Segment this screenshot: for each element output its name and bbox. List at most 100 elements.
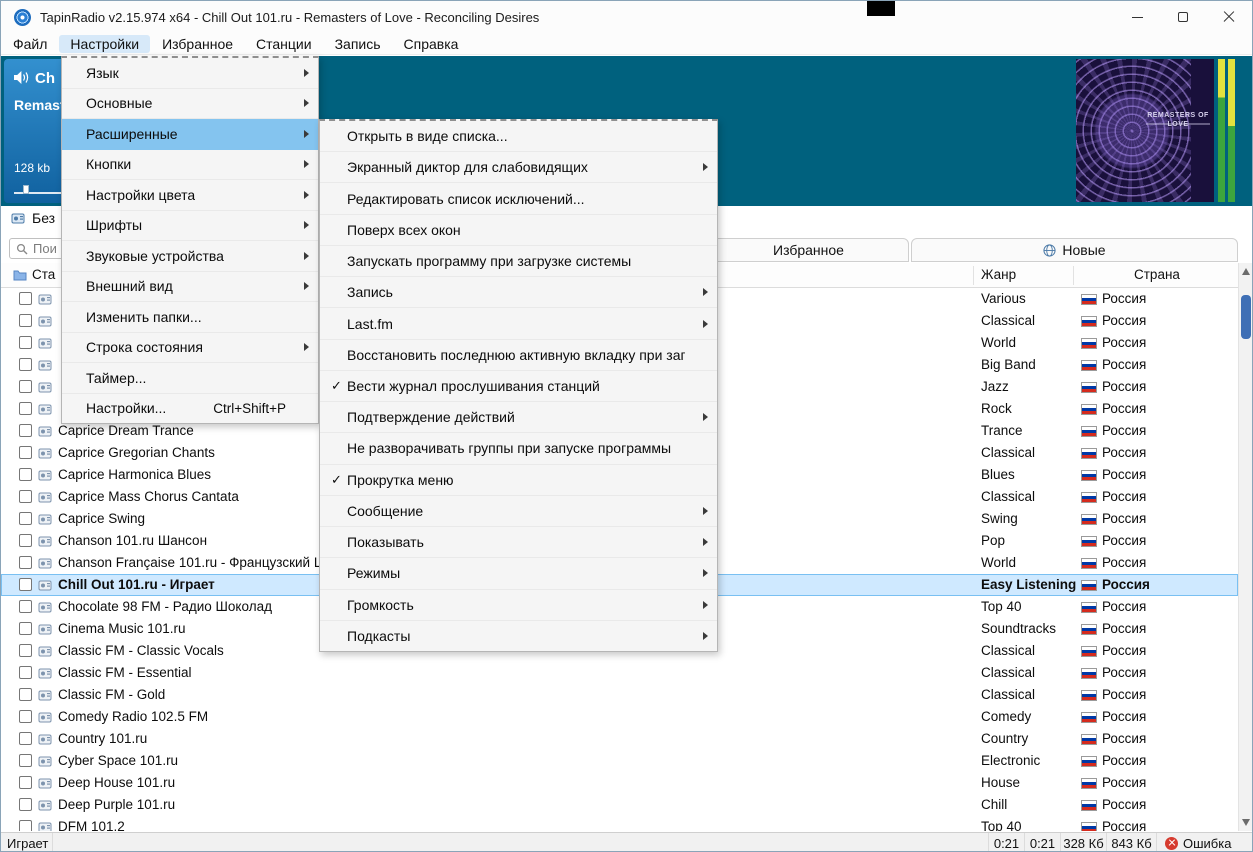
menu-item-label: Не разворачивать группы при запуске прог… xyxy=(347,440,672,457)
station-checkbox[interactable] xyxy=(19,556,32,569)
menu-item[interactable]: Восстановить последнюю активную вкладку … xyxy=(320,340,717,371)
status-error[interactable]: Ошибка xyxy=(1157,833,1252,851)
station-country: Россия xyxy=(1102,555,1147,570)
tab-favorites[interactable]: Избранное xyxy=(708,238,909,262)
menubar-item[interactable]: Запись xyxy=(324,35,392,53)
station-checkbox[interactable] xyxy=(19,336,32,349)
station-checkbox[interactable] xyxy=(19,578,32,591)
scroll-down-arrow-icon[interactable] xyxy=(1242,819,1250,826)
menu-item[interactable]: Поверх всех окон xyxy=(320,215,717,246)
menu-item[interactable]: Шрифты xyxy=(62,211,318,241)
title-bar[interactable]: TapinRadio v2.15.974 x64 - Chill Out 101… xyxy=(1,1,1252,33)
menu-item-label: Внешний вид xyxy=(86,278,173,295)
station-checkbox[interactable] xyxy=(19,380,32,393)
station-row[interactable]: Deep House 101.ru House Россия xyxy=(1,772,1238,794)
close-button[interactable] xyxy=(1206,1,1252,33)
station-checkbox[interactable] xyxy=(19,446,32,459)
menubar-item[interactable]: Настройки xyxy=(59,34,151,53)
sort-option[interactable]: Без xyxy=(11,210,55,226)
menu-item[interactable]: Редактировать список исключений... xyxy=(320,183,717,215)
menu-item[interactable]: Настройки цвета xyxy=(62,180,318,211)
menu-item[interactable]: Строка состояния xyxy=(62,333,318,363)
menu-item[interactable]: Звуковые устройства xyxy=(62,241,318,272)
station-name: Classic FM - Essential xyxy=(58,665,192,680)
menu-item[interactable]: Не разворачивать группы при запуске прог… xyxy=(320,433,717,465)
column-header-station[interactable]: Ста xyxy=(32,267,55,282)
russia-flag-icon xyxy=(1081,646,1097,657)
menubar-item[interactable]: Справка xyxy=(393,35,470,53)
station-row[interactable]: DFM 101.2 Top 40 Россия xyxy=(1,816,1238,831)
station-checkbox[interactable] xyxy=(19,798,32,811)
station-checkbox[interactable] xyxy=(19,688,32,701)
menu-item[interactable]: Громкость xyxy=(320,590,717,621)
station-row[interactable]: Country 101.ru Country Россия xyxy=(1,728,1238,750)
menu-item[interactable]: Запускать программу при загрузке системы xyxy=(320,246,717,278)
station-checkbox[interactable] xyxy=(19,622,32,635)
menu-item[interactable]: Last.fm xyxy=(320,308,717,340)
station-row[interactable]: Comedy Radio 102.5 FM Comedy Россия xyxy=(1,706,1238,728)
menu-item[interactable]: Изменить папки... xyxy=(62,302,318,333)
maximize-button[interactable] xyxy=(1160,1,1206,33)
column-header-country[interactable]: Страна xyxy=(1134,267,1180,282)
station-checkbox[interactable] xyxy=(19,534,32,547)
station-checkbox[interactable] xyxy=(19,732,32,745)
station-name: Caprice Mass Chorus Cantata xyxy=(58,489,239,504)
menu-item[interactable]: Запись xyxy=(320,277,717,309)
station-checkbox[interactable] xyxy=(19,644,32,657)
station-genre: World xyxy=(981,555,1017,570)
station-checkbox[interactable] xyxy=(19,820,32,831)
menu-item[interactable]: Настройки... Ctrl+Shift+P xyxy=(62,394,318,424)
menubar-item[interactable]: Файл xyxy=(2,35,58,53)
menu-item[interactable]: ✓ Прокрутка меню xyxy=(320,465,717,496)
station-checkbox[interactable] xyxy=(19,468,32,481)
menu-item[interactable]: Кнопки xyxy=(62,150,318,180)
menu-item[interactable]: ✓ Вести журнал прослушивания станций xyxy=(320,371,717,403)
station-genre: Rock xyxy=(981,401,1012,416)
menu-item[interactable]: Открыть в виде списка... xyxy=(320,121,717,153)
app-icon[interactable] xyxy=(14,8,31,26)
station-icon xyxy=(38,644,52,658)
scrollbar-thumb[interactable] xyxy=(1241,295,1251,339)
menu-item[interactable]: Внешний вид xyxy=(62,272,318,302)
station-checkbox[interactable] xyxy=(19,710,32,723)
menubar-item[interactable]: Станции xyxy=(245,35,323,53)
station-checkbox[interactable] xyxy=(19,402,32,415)
station-row[interactable]: Classic FM - Essential Classical Россия xyxy=(1,662,1238,684)
russia-flag-icon xyxy=(1081,580,1097,591)
menu-item[interactable]: Язык xyxy=(62,58,318,89)
status-time-1: 0:21 xyxy=(989,833,1025,851)
station-row[interactable]: Classic FM - Gold Classical Россия xyxy=(1,684,1238,706)
menu-item[interactable]: Режимы xyxy=(320,558,717,590)
menu-item[interactable]: Показывать xyxy=(320,527,717,559)
menubar-item[interactable]: Избранное xyxy=(151,35,244,53)
menu-item[interactable]: Экранный диктор для слабовидящих xyxy=(320,152,717,184)
station-checkbox[interactable] xyxy=(19,314,32,327)
station-checkbox[interactable] xyxy=(19,358,32,371)
station-checkbox[interactable] xyxy=(19,424,32,437)
menu-item[interactable]: Расширенные xyxy=(62,119,318,150)
station-genre: Classical xyxy=(981,489,1036,504)
column-header-genre[interactable]: Жанр xyxy=(981,267,1016,282)
station-icon xyxy=(38,688,52,702)
station-checkbox[interactable] xyxy=(19,600,32,613)
tab-new-stations[interactable]: Новые xyxy=(911,238,1238,262)
station-genre: Pop xyxy=(981,533,1006,548)
station-row[interactable]: Cyber Space 101.ru Electronic Россия xyxy=(1,750,1238,772)
vertical-scrollbar[interactable] xyxy=(1238,263,1252,831)
station-checkbox[interactable] xyxy=(19,666,32,679)
submenu-arrow-icon xyxy=(304,99,309,108)
scroll-up-arrow-icon[interactable] xyxy=(1242,268,1250,275)
menu-item[interactable]: Подтверждение действий xyxy=(320,402,717,434)
menu-item[interactable]: Подкасты xyxy=(320,621,717,651)
station-checkbox[interactable] xyxy=(19,754,32,767)
station-checkbox[interactable] xyxy=(19,490,32,503)
slider-thumb[interactable] xyxy=(23,185,29,194)
station-checkbox[interactable] xyxy=(19,776,32,789)
minimize-button[interactable] xyxy=(1114,1,1160,33)
station-checkbox[interactable] xyxy=(19,292,32,305)
station-checkbox[interactable] xyxy=(19,512,32,525)
menu-item[interactable]: Сообщение xyxy=(320,496,717,528)
station-row[interactable]: Deep Purple 101.ru Chill Россия xyxy=(1,794,1238,816)
menu-item[interactable]: Таймер... xyxy=(62,363,318,394)
menu-item[interactable]: Основные xyxy=(62,89,318,119)
